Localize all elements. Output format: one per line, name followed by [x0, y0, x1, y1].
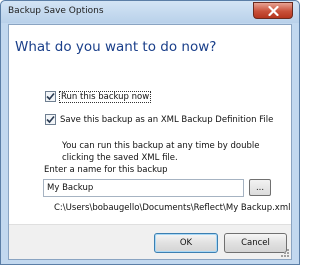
backup-name-input[interactable]	[43, 179, 244, 197]
backup-name-label: Enter a name for this backup	[44, 165, 168, 175]
window-title: Backup Save Options	[8, 6, 104, 16]
save-path: C:\Users\bobaugello\Documents\Reflect\My…	[54, 203, 291, 213]
dialog-window: Backup Save Options What do you want to …	[0, 0, 300, 265]
description-line: You can run this backup at any time by d…	[62, 141, 260, 151]
run-now-checkbox[interactable]	[45, 91, 56, 102]
checkmark-icon	[46, 115, 55, 124]
run-now-label[interactable]: Run this backup now	[58, 90, 152, 103]
save-xml-checkbox[interactable]	[45, 114, 56, 125]
title-bar[interactable]: Backup Save Options	[1, 1, 299, 23]
dialog-body: What do you want to do now? Run this bac…	[8, 24, 292, 260]
browse-button[interactable]: ...	[249, 179, 271, 196]
ok-button[interactable]: OK	[154, 233, 218, 253]
save-xml-description: You can run this backup at any time by d…	[62, 140, 282, 164]
close-button[interactable]	[253, 2, 293, 19]
cancel-button[interactable]: Cancel	[224, 233, 287, 253]
save-xml-option[interactable]: Save this backup as an XML Backup Defini…	[45, 114, 273, 125]
button-bar: OK Cancel	[9, 224, 291, 259]
close-icon	[267, 5, 279, 16]
page-title: What do you want to do now?	[15, 39, 217, 55]
save-xml-label[interactable]: Save this backup as an XML Backup Defini…	[60, 115, 273, 125]
description-line: clicking the saved XML file.	[62, 153, 178, 163]
resize-grip-icon[interactable]	[280, 248, 290, 258]
checkmark-icon	[46, 92, 55, 101]
run-now-option[interactable]: Run this backup now	[45, 90, 152, 103]
